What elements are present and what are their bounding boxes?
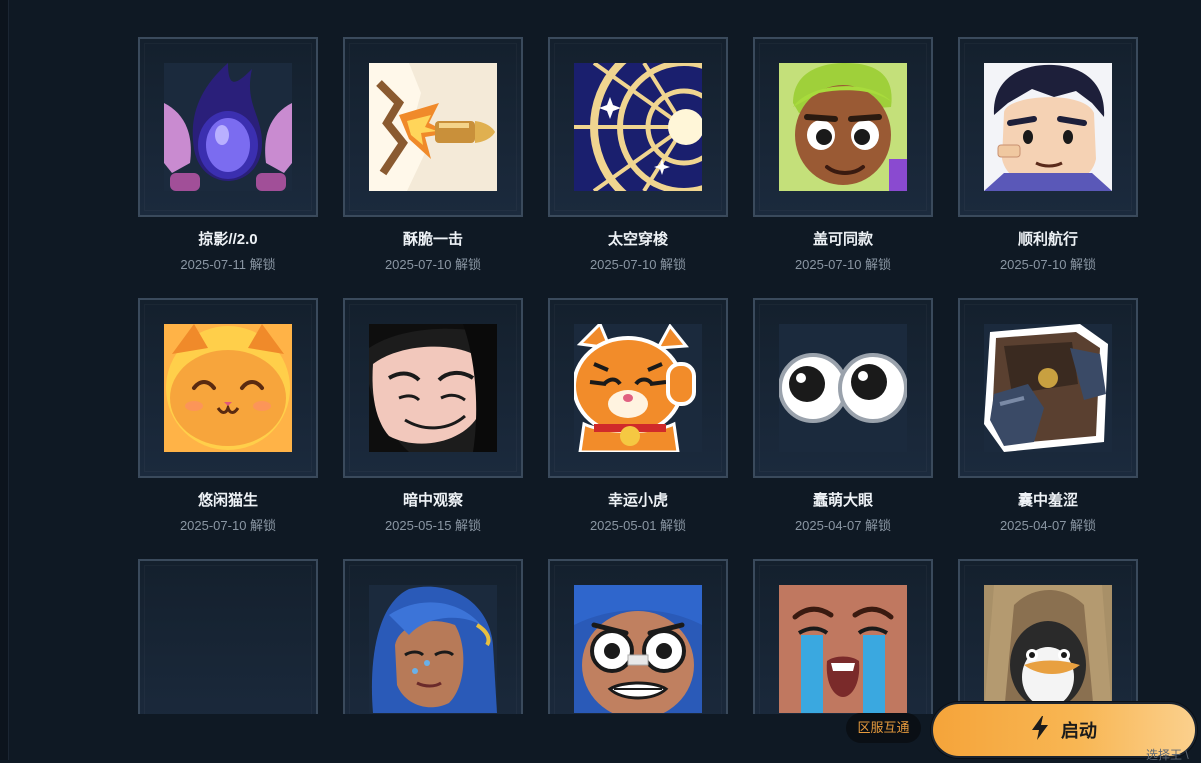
green-hair-agent-icon (779, 63, 907, 191)
corner-label: 选择王 \ (1146, 748, 1189, 762)
spray-card[interactable]: 悠闲猫生 2025-07-10 解锁 (138, 298, 318, 533)
blue-hair-agent-icon (369, 585, 497, 713)
spray-card[interactable] (958, 559, 1138, 714)
space-portal-icon (574, 63, 702, 191)
spray-name: 暗中观察 (402, 492, 463, 509)
spray-name: 囊中羞涩 (1017, 492, 1078, 509)
lucky-tiger-icon (574, 324, 702, 452)
spray-tile[interactable] (753, 559, 933, 714)
spray-card[interactable] (548, 559, 728, 714)
spray-tile[interactable] (958, 559, 1138, 714)
bullet-icon (369, 63, 497, 191)
spray-unlock-date: 2025-07-10 解锁 (999, 257, 1097, 272)
happy-cat-icon (164, 324, 292, 452)
spray-tile-empty[interactable] (138, 559, 318, 714)
spray-card[interactable] (753, 559, 933, 714)
peeking-face-icon (369, 324, 497, 452)
spray-name: 幸运小虎 (607, 492, 668, 509)
launch-label: 启动 (1061, 721, 1097, 741)
spray-name: 掠影//2.0 (198, 231, 258, 248)
spray-tile[interactable] (548, 298, 728, 478)
spray-unlock-date: 2025-07-11 解锁 (180, 257, 276, 272)
spray-card[interactable]: 蠢萌大眼 2025-04-07 解锁 (753, 298, 933, 533)
spray-tile[interactable] (343, 298, 523, 478)
purple-flame-orb-icon (164, 63, 292, 191)
spray-grid: 掠影//2.0 2025-07-11 解锁 酥脆一击 2025-07-10 解锁… (138, 37, 1138, 714)
spray-unlock-date: 2025-07-10 解锁 (794, 257, 892, 272)
spray-name: 顺利航行 (1017, 231, 1078, 248)
spray-tile[interactable] (343, 559, 523, 714)
region-crossplay-badge: 区服互通 (846, 713, 921, 743)
spray-card[interactable]: 顺利航行 2025-07-10 解锁 (958, 37, 1138, 272)
spray-tile[interactable] (343, 37, 523, 217)
spray-card[interactable]: 掠影//2.0 2025-07-11 解锁 (138, 37, 318, 272)
spray-unlock-date: 2025-04-07 解锁 (999, 518, 1097, 533)
spray-unlock-date: 2025-04-07 解锁 (794, 518, 892, 533)
spray-tile[interactable] (548, 37, 728, 217)
spray-name: 酥脆一击 (402, 231, 463, 248)
empty-wallet-icon (984, 324, 1112, 452)
spray-tile[interactable] (138, 298, 318, 478)
spray-unlock-date: 2025-07-10 解锁 (589, 257, 687, 272)
spray-card[interactable]: 盖可同款 2025-07-10 解锁 (753, 37, 933, 272)
spray-name: 悠闲猫生 (197, 492, 258, 509)
spray-tile[interactable] (753, 37, 933, 217)
spray-card[interactable] (343, 559, 523, 714)
spray-tile[interactable] (753, 298, 933, 478)
spray-name: 蠢萌大眼 (812, 492, 873, 509)
spray-card[interactable]: 太空穿梭 2025-07-10 解锁 (548, 37, 728, 272)
spray-name: 太空穿梭 (607, 231, 668, 248)
penguin-hood-icon (984, 585, 1112, 713)
spray-card[interactable] (138, 559, 318, 714)
spray-unlock-date: 2025-07-10 解锁 (179, 518, 277, 533)
shocked-agent-icon (574, 585, 702, 713)
spray-card[interactable]: 囊中羞涩 2025-04-07 解锁 (958, 298, 1138, 533)
spray-tile[interactable] (548, 559, 728, 714)
crying-agent-icon (779, 585, 907, 713)
spray-unlock-date: 2025-07-10 解锁 (384, 257, 482, 272)
spray-name: 盖可同款 (812, 231, 873, 248)
googly-eyes-icon (779, 324, 907, 452)
spray-unlock-date: 2025-05-01 解锁 (589, 518, 687, 533)
spray-tile[interactable] (958, 298, 1138, 478)
spray-tile[interactable] (958, 37, 1138, 217)
spray-tile[interactable] (138, 37, 318, 217)
spray-card[interactable]: 暗中观察 2025-05-15 解锁 (343, 298, 523, 533)
spray-card[interactable]: 酥脆一击 2025-07-10 解锁 (343, 37, 523, 272)
spray-collection-viewport[interactable]: 掠影//2.0 2025-07-11 解锁 酥脆一击 2025-07-10 解锁… (0, 0, 1201, 714)
spray-card[interactable]: 幸运小虎 2025-05-01 解锁 (548, 298, 728, 533)
lightning-icon (1031, 715, 1049, 745)
spray-unlock-date: 2025-05-15 解锁 (384, 518, 482, 533)
dark-hair-agent-icon (984, 63, 1112, 191)
